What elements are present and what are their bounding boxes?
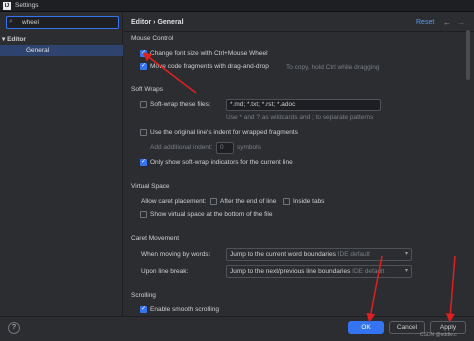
annotation-arrow-ok	[366, 255, 383, 323]
annotation-arrows	[142, 52, 456, 323]
annotation-arrow-apply	[445, 255, 456, 323]
annotation-arrow-checkbox	[142, 52, 197, 94]
